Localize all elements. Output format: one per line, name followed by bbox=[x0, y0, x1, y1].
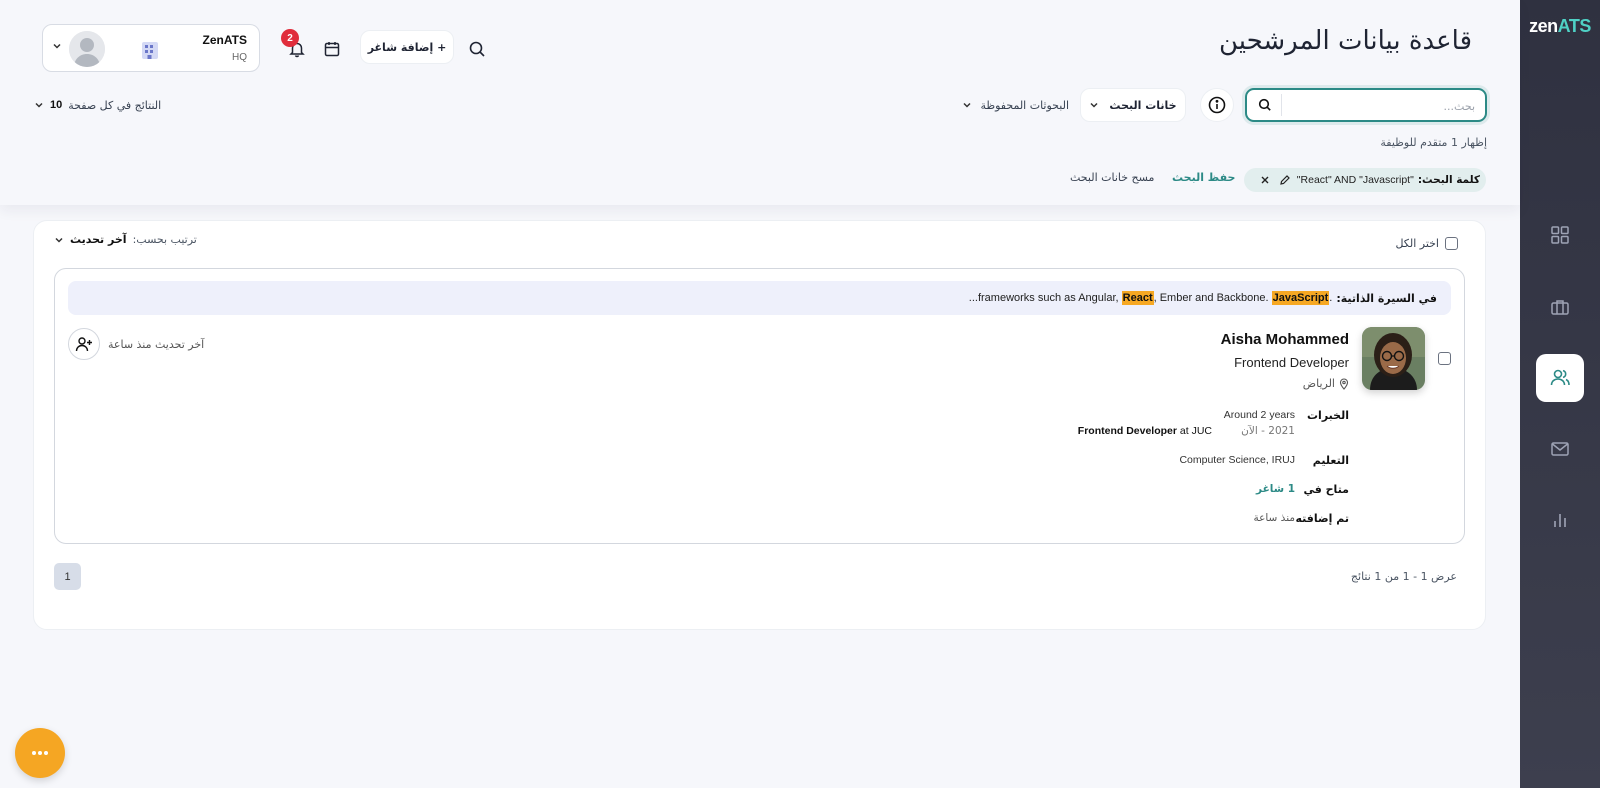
pagination-info: عرض 1 - 1 من 1 نتائج bbox=[1350, 570, 1457, 583]
per-page-value: 10 bbox=[50, 99, 63, 111]
pagination-page-1[interactable]: 1 bbox=[54, 563, 81, 590]
education-label: التعليم bbox=[1312, 454, 1349, 467]
highlight-javascript: JavaScript bbox=[1271, 291, 1330, 305]
user-plus-icon bbox=[75, 337, 92, 352]
chevron-down-icon bbox=[1090, 102, 1098, 108]
select-all-control[interactable]: اختر الكل bbox=[1395, 237, 1458, 250]
more-dots-icon bbox=[32, 751, 48, 755]
clear-filters-link[interactable]: مسح خانات البحث bbox=[1070, 171, 1154, 184]
add-vacancy-button[interactable]: + إضافة شاغر bbox=[360, 30, 454, 64]
candidate-checkbox[interactable] bbox=[1438, 352, 1451, 365]
snippet-label: في السيرة الذاتية: bbox=[1336, 291, 1437, 305]
page-title: قاعدة بيانات المرشحين bbox=[1218, 26, 1472, 56]
location-pin-icon bbox=[1339, 377, 1349, 390]
grid-icon bbox=[1551, 226, 1569, 244]
briefcase-icon bbox=[1551, 300, 1569, 315]
chevron-down-icon bbox=[53, 43, 61, 49]
page-header: قاعدة بيانات المرشحين ZenATS HQ 2 + إضاف… bbox=[0, 0, 1520, 205]
snippet-text: ...frameworks such as Angular, React, Em… bbox=[968, 291, 1333, 305]
zenats-logo[interactable]: zenATS bbox=[1528, 16, 1592, 37]
avatar bbox=[69, 31, 105, 67]
logo-prefix: zen bbox=[1529, 16, 1558, 36]
highlight-react: React bbox=[1121, 291, 1154, 305]
bar-chart-icon bbox=[1554, 514, 1566, 527]
org-name: ZenATS bbox=[202, 33, 247, 47]
search-input[interactable] bbox=[1285, 96, 1475, 116]
edit-filter-button[interactable] bbox=[1277, 172, 1293, 188]
saved-searches-label: البحوثات المحفوظة bbox=[980, 98, 1069, 112]
chevron-down-icon bbox=[55, 237, 63, 243]
sidebar-item-reports[interactable] bbox=[1536, 496, 1584, 544]
updated-text: آخر تحديث منذ ساعة bbox=[108, 337, 205, 351]
chevron-down-icon bbox=[963, 102, 971, 108]
experience-duration: Around 2 years bbox=[1223, 409, 1295, 421]
chip-key: كلمة البحث: bbox=[1417, 174, 1480, 186]
location-text: الرياض bbox=[1302, 377, 1335, 390]
added-label: تم إضافته bbox=[1295, 512, 1349, 525]
chip-value: "React" AND "Javascript" bbox=[1296, 174, 1414, 186]
search-filters-dropdown[interactable]: خانات البحث bbox=[1080, 88, 1186, 122]
search-divider bbox=[1281, 94, 1282, 116]
education-value: Computer Science, IRUJ bbox=[1179, 454, 1295, 466]
select-all-checkbox[interactable] bbox=[1445, 237, 1458, 250]
remove-filter-button[interactable] bbox=[1257, 172, 1273, 188]
sidebar-item-dashboard[interactable] bbox=[1536, 211, 1584, 259]
calendar-icon bbox=[324, 42, 340, 57]
available-in-label: متاح في bbox=[1303, 483, 1349, 496]
candidate-name[interactable]: Aisha Mohammed bbox=[1221, 331, 1349, 348]
experience-period: 2021 - الآن bbox=[1241, 425, 1295, 437]
notification-badge: 2 bbox=[281, 29, 299, 47]
results-count-text: إظهار 1 متقدم للوظيفة bbox=[1380, 136, 1487, 149]
candidate-location: الرياض bbox=[1303, 377, 1349, 390]
per-page-label: النتائج في كل صفحة bbox=[68, 98, 162, 112]
saved-searches-dropdown[interactable]: البحوثات المحفوظة bbox=[957, 96, 1069, 114]
results-per-page-select[interactable]: النتائج في كل صفحة 10 bbox=[34, 96, 161, 114]
assign-candidate-button[interactable] bbox=[68, 328, 100, 360]
sidebar-nav: zenATS bbox=[1520, 0, 1600, 788]
users-icon bbox=[1550, 369, 1570, 386]
candidate-role: Frontend Developer bbox=[1234, 355, 1349, 370]
sort-value: آخر تحديث bbox=[70, 233, 127, 246]
available-in-link[interactable]: 1 شاغر bbox=[1256, 483, 1295, 495]
candidate-card[interactable]: في السيرة الذاتية: ...frameworks such as… bbox=[54, 268, 1465, 544]
org-branch: HQ bbox=[232, 52, 247, 63]
experience-position: Frontend Developer at JUC bbox=[1077, 425, 1212, 437]
candidates-list-card: اختر الكل ترتيب بحسب: آخر تحديث في السير… bbox=[33, 220, 1486, 630]
active-filter-chip: كلمة البحث: "React" AND "Javascript" bbox=[1244, 168, 1486, 192]
sidebar-item-candidates[interactable] bbox=[1536, 354, 1584, 402]
sidebar-item-jobs[interactable] bbox=[1536, 283, 1584, 331]
pencil-icon bbox=[1280, 175, 1290, 185]
sort-dropdown[interactable]: ترتيب بحسب: آخر تحديث bbox=[54, 233, 197, 246]
search-help-button[interactable] bbox=[1200, 88, 1234, 122]
candidate-updated: آخر تحديث منذ ساعة bbox=[68, 328, 204, 360]
mail-icon bbox=[1551, 442, 1569, 456]
logo-suffix: ATS bbox=[1557, 16, 1592, 36]
more-actions-button[interactable] bbox=[15, 728, 65, 778]
candidate-photo[interactable] bbox=[1362, 327, 1425, 390]
resume-match-snippet: في السيرة الذاتية: ...frameworks such as… bbox=[68, 281, 1451, 315]
experience-label: الخبرات bbox=[1307, 409, 1349, 422]
close-icon bbox=[1261, 176, 1269, 184]
search-icon bbox=[1258, 98, 1271, 111]
user-switcher[interactable]: ZenATS HQ bbox=[42, 24, 260, 72]
info-icon bbox=[1208, 96, 1226, 114]
added-value: منذ ساعة bbox=[1253, 512, 1295, 524]
save-search-link[interactable]: حفظ البحث bbox=[1172, 171, 1235, 184]
building-icon bbox=[142, 42, 158, 59]
filters-label: خانات البحث bbox=[1109, 98, 1177, 112]
sidebar-item-messages[interactable] bbox=[1536, 425, 1584, 473]
search-submit-button[interactable] bbox=[1253, 94, 1277, 116]
search-field bbox=[1245, 88, 1487, 122]
calendar-button[interactable] bbox=[321, 38, 343, 60]
sort-label: ترتيب بحسب: bbox=[132, 233, 197, 246]
global-search-button[interactable] bbox=[466, 38, 488, 60]
search-icon bbox=[469, 41, 485, 57]
select-all-label: اختر الكل bbox=[1395, 237, 1439, 250]
chevron-down-icon bbox=[35, 102, 43, 108]
